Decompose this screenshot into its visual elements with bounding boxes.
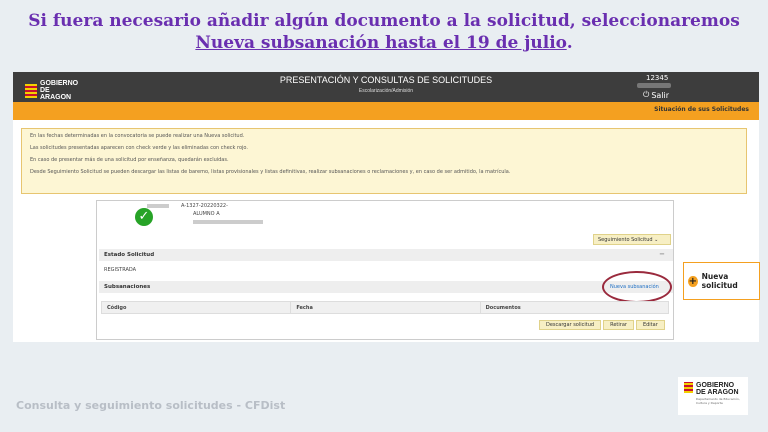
headline-line2: Nueva subsanación hasta el 19 de julio — [195, 33, 567, 53]
user-name-redacted — [637, 83, 671, 88]
student-name: ALUMNO A — [193, 211, 220, 217]
seguimiento-label: Seguimiento Solicitud — [598, 237, 653, 243]
info-line: Las solicitudes presentadas aparecen con… — [30, 145, 248, 151]
editar-button[interactable]: Editar — [635, 320, 665, 330]
nueva-solicitud-label: Nueva solicitud — [701, 272, 738, 290]
column-header: Documentos — [485, 305, 521, 311]
subsanaciones-table-header: Código Fecha Documentos — [101, 301, 669, 314]
footer-logo: GOBIERNO DE ARAGON Departamento de Educa… — [678, 377, 748, 415]
green-check-icon: ✓ — [135, 208, 153, 226]
user-number: 12345 — [646, 74, 669, 82]
collapse-icon[interactable]: − — [659, 250, 665, 258]
footer-logo-text: GOBIERNO DE ARAGON — [696, 382, 739, 396]
application-actions: Descargar solicitud Retirar Editar — [539, 320, 665, 330]
headline-line2-wrap: Nueva subsanación hasta el 19 de julio. — [0, 32, 768, 54]
app-header: GOBIERNO DE ARAGON PRESENTACIÓN Y CONSUL… — [13, 72, 759, 102]
application-card: ✓ A-1327-20220322- ALUMNO A Seguimiento … — [96, 200, 674, 340]
highlight-ellipse — [602, 271, 672, 303]
logout-label: Salir — [651, 90, 670, 100]
section-title: Estado Solicitud — [104, 252, 155, 258]
plus-icon: + — [688, 275, 698, 287]
footer-caption: Consulta y seguimiento solicitudes - CFD… — [16, 399, 286, 412]
nueva-solicitud-button[interactable]: + Nueva solicitud — [683, 262, 760, 300]
headline: Si fuera necesario añadir algún document… — [0, 10, 768, 54]
status-value: REGISTRADA — [104, 267, 137, 273]
logout-button[interactable]: ⏻ Salir — [643, 90, 669, 100]
footer-logo-row: GOBIERNO DE ARAGON — [684, 382, 742, 396]
situacion-solicitudes-link[interactable]: Situación de sus Solicitudes — [654, 106, 749, 113]
retirar-button[interactable]: Retirar — [603, 320, 634, 330]
application-code: A-1327-20220322- — [181, 203, 228, 209]
subsanaciones-section: Subsanaciones — [99, 281, 673, 293]
info-line: Desde Seguimiento Solicitud se pueden de… — [30, 169, 511, 175]
headline-line1: Si fuera necesario añadir algún document… — [28, 11, 740, 31]
estado-solicitud-section[interactable]: Estado Solicitud − — [99, 249, 673, 261]
aragon-flag-icon — [684, 382, 693, 393]
column-header: Código — [102, 302, 292, 313]
orange-nav-bar: Situación de sus Solicitudes — [13, 102, 759, 120]
redacted-text — [193, 220, 263, 224]
app-screenshot: GOBIERNO DE ARAGON PRESENTACIÓN Y CONSUL… — [13, 72, 759, 342]
column-header: Fecha — [291, 302, 481, 313]
headline-line2-suffix: . — [566, 33, 573, 53]
footer-logo-line2: DE ARAGON — [696, 389, 739, 396]
redacted-text — [147, 204, 169, 208]
info-line: En caso de presentar más de una solicitu… — [30, 157, 229, 163]
seguimiento-solicitud-button[interactable]: Seguimiento Solicitud ⌄ — [593, 234, 671, 245]
chevron-down-icon: ⌄ — [654, 237, 659, 243]
footer-logo-line1: GOBIERNO — [696, 382, 735, 389]
power-icon: ⏻ — [643, 90, 650, 99]
info-box: En las fechas determinadas en la convoca… — [21, 128, 747, 194]
descargar-solicitud-button[interactable]: Descargar solicitud — [539, 320, 602, 330]
footer-logo-dept: Departamento de Educación, Cultura y Dep… — [696, 397, 740, 405]
section-title: Subsanaciones — [104, 284, 151, 290]
info-line: En las fechas determinadas en la convoca… — [30, 133, 245, 139]
